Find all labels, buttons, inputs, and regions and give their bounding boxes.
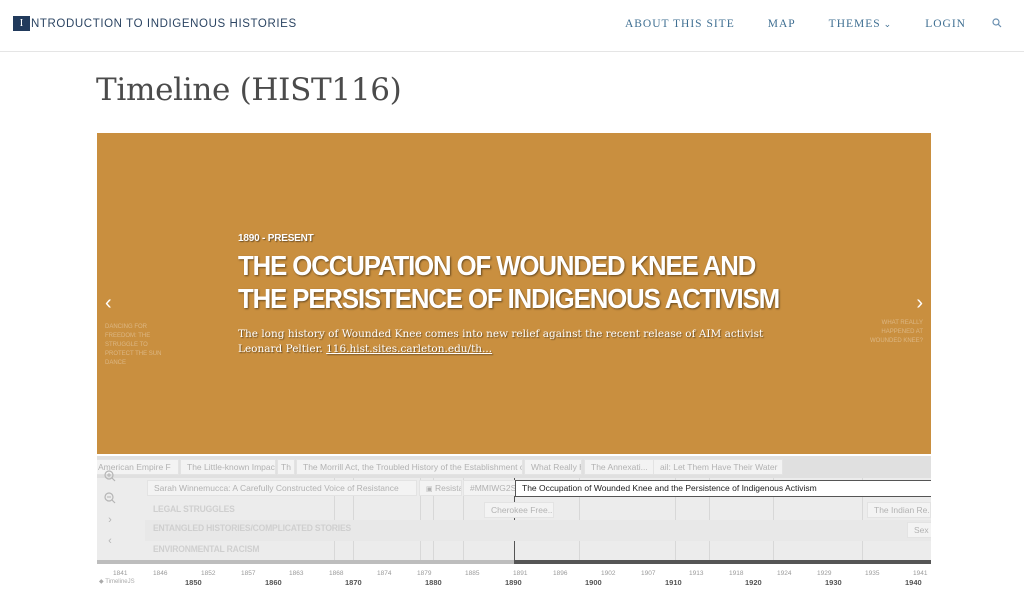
axis-minor-tick: 1891 [513, 570, 528, 577]
nav-themes-label: THEMES [828, 18, 881, 30]
axis-minor-tick: 1841 [113, 570, 128, 577]
axis-minor-tick: 1913 [689, 570, 704, 577]
image-icon: ▣ [426, 486, 433, 493]
next-slide-title: WHAT REALLY HAPPENED AT WOUNDED KNEE? [869, 320, 923, 344]
timeline-marker[interactable]: #MMIWG2S A [463, 480, 517, 496]
axis-major-tick: 1860 [265, 578, 282, 587]
timeline-marker[interactable]: ▣ Resista [419, 480, 462, 496]
timelinejs-attribution[interactable]: ◆ TimelineJS [99, 578, 135, 585]
axis-minor-tick: 1874 [377, 570, 392, 577]
axis-major-tick: 1900 [585, 578, 602, 587]
page-title: Timeline (HIST116) [96, 72, 402, 108]
axis-minor-tick: 1868 [329, 570, 344, 577]
chevron-right-icon: › [916, 292, 923, 314]
chevron-left-icon: ‹ [105, 292, 112, 314]
axis-minor-tick: 1918 [729, 570, 744, 577]
chevron-right-icon[interactable]: › [103, 514, 117, 526]
chevron-down-icon: ⌄ [883, 18, 893, 29]
zoom-out-icon-svg [104, 492, 116, 504]
timeline-group: ENTANGLED HISTORIES/COMPLICATED STORIES … [145, 520, 931, 541]
slide-headline: THE OCCUPATION OF WOUNDED KNEE AND THE P… [238, 250, 780, 314]
brand-title: NTRODUCTION TO INDIGENOUS HISTORIES [31, 17, 297, 30]
zoom-out-icon[interactable] [103, 492, 117, 507]
axis-major-tick: 1910 [665, 578, 682, 587]
timeline-marker[interactable]: What Really H [524, 459, 582, 475]
timeline-marker[interactable]: ail: Let Them Have Their Water [653, 459, 783, 475]
nav-map[interactable]: MAP [768, 18, 796, 30]
nav-map-label: MAP [767, 18, 796, 30]
axis-minor-tick: 1935 [865, 570, 880, 577]
attribution-label: TimelineJS [105, 579, 135, 585]
slide-description: The long history of Wounded Knee comes i… [238, 328, 764, 355]
active-axis-segment [514, 560, 931, 564]
axis-minor-tick: 1879 [417, 570, 432, 577]
group-label: LEGAL STRUGGLES [153, 504, 235, 515]
axis-major-tick: 1940 [905, 578, 922, 587]
axis-major-tick: 1850 [185, 578, 202, 587]
axis-minor-tick: 1907 [641, 570, 656, 577]
search-icon[interactable] [992, 17, 1002, 31]
chevron-left-icon[interactable]: ‹ [103, 535, 117, 547]
timeline-marker[interactable]: Sex [907, 522, 931, 538]
slide-link[interactable]: 116.hist.sites.carleton.edu/th... [326, 343, 492, 355]
timeline-axis: ◆ TimelineJS 1841 1846 1852 1857 1863 1868 187… [97, 560, 931, 604]
axis-major-tick: 1920 [745, 578, 762, 587]
site-header: I NTRODUCTION TO INDIGENOUS HISTORIES AB… [0, 0, 1024, 52]
timeline-marker[interactable]: Th [277, 459, 295, 475]
axis-minor-tick: 1941 [913, 570, 928, 577]
axis-major-tick: 1890 [505, 578, 522, 587]
group-label: ENTANGLED HISTORIES/COMPLICATED STORIES [153, 523, 352, 534]
axis-minor-tick: 1852 [201, 570, 216, 577]
site-brand[interactable]: I NTRODUCTION TO INDIGENOUS HISTORIES [13, 16, 297, 31]
slide-content: 1890 - PRESENT THE OCCUPATION OF WOUNDED… [238, 233, 798, 357]
timeline-marker[interactable]: The Little-known Impact [180, 459, 276, 475]
axis-minor-tick: 1902 [601, 570, 616, 577]
next-slide-button[interactable]: › WHAT REALLY HAPPENED AT WOUNDED KNEE? [863, 293, 923, 346]
nav-login[interactable]: LOGIN [925, 18, 966, 30]
timeline-marker[interactable]: The Morrill Act, the Troubled History of… [296, 459, 523, 475]
group-label: ENVIRONMENTAL RACISM [153, 544, 260, 555]
nav-about-label: ABOUT THIS SITE [624, 18, 735, 30]
timeline-marker[interactable]: The Indian Re... [867, 502, 931, 518]
timeline-group: LEGAL STRUGGLES Cherokee Free... The Ind… [145, 500, 931, 521]
axis-minor-tick: 1929 [817, 570, 832, 577]
nav-about[interactable]: ABOUT THIS SITE [625, 18, 735, 30]
previous-slide-button[interactable]: ‹ DANCING FOR FREEDOM: THE STRUGGLE TO P… [105, 293, 165, 368]
timeline-navigation: American Empire F The Little-known Impac… [97, 456, 931, 604]
axis-major-tick: 1870 [345, 578, 362, 587]
search-icon-svg [992, 18, 1002, 28]
timenav-top-row: American Empire F The Little-known Impac… [97, 456, 931, 478]
axis-minor-tick: 1857 [241, 570, 256, 577]
zoom-in-icon-svg [104, 470, 116, 482]
timeline-slide: ‹ DANCING FOR FREEDOM: THE STRUGGLE TO P… [97, 133, 931, 454]
slide-text: The long history of Wounded Knee comes i… [238, 327, 798, 357]
main-nav: ABOUT THIS SITE MAP THEMES ⌄ LOGIN [592, 17, 1002, 31]
axis-minor-tick: 1885 [465, 570, 480, 577]
brand-logo-box: I [13, 16, 30, 31]
slide-date: 1890 - PRESENT [238, 233, 314, 244]
axis-major-tick: 1880 [425, 578, 442, 587]
timeline-marker[interactable]: Cherokee Free... [484, 502, 554, 518]
previous-slide-title: DANCING FOR FREEDOM: THE STRUGGLE TO PRO… [105, 324, 162, 366]
axis-minor-tick: 1846 [153, 570, 168, 577]
nav-login-label: LOGIN [925, 18, 966, 30]
timeline-marker[interactable]: Sarah Winnemucca: A Carefully Constructe… [147, 480, 417, 496]
axis-minor-tick: 1896 [553, 570, 568, 577]
timeline-marker-label: Resista [435, 483, 462, 493]
axis-minor-tick: 1924 [777, 570, 792, 577]
zoom-in-icon[interactable] [103, 470, 117, 485]
axis-minor-tick: 1863 [289, 570, 304, 577]
timeline-marker[interactable]: The Annexati... [584, 459, 654, 475]
nav-themes[interactable]: THEMES ⌄ [829, 18, 893, 30]
timeline-group: ENVIRONMENTAL RACISM [145, 541, 931, 562]
active-timeline-marker[interactable]: The Occupation of Wounded Knee and the P… [515, 480, 931, 497]
axis-major-tick: 1930 [825, 578, 842, 587]
